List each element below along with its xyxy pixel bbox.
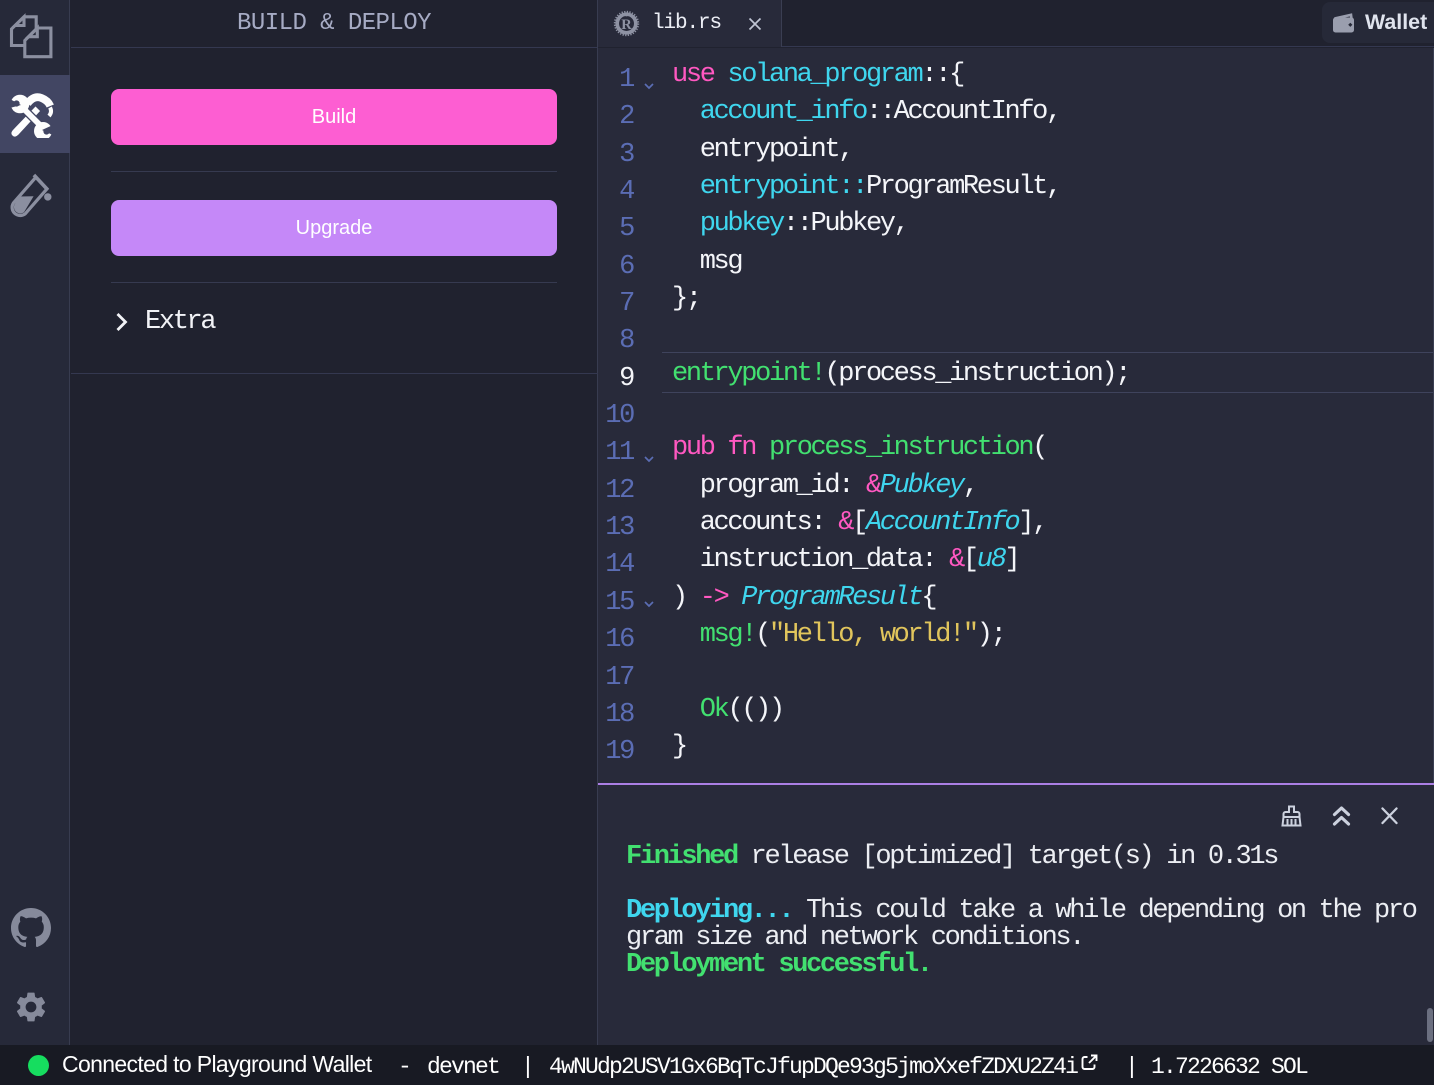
svg-text:R: R [621,17,632,33]
